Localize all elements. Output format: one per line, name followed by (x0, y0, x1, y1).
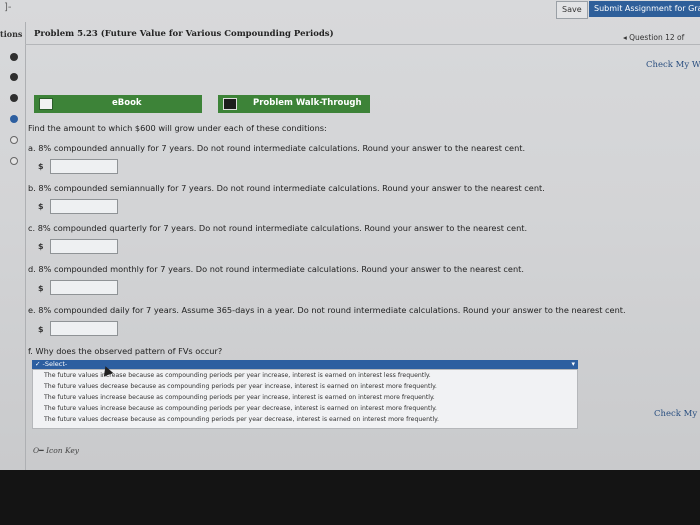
submit-assignment-button[interactable]: Submit Assignment for Grad (589, 1, 700, 17)
sidebar-label: tions (0, 29, 23, 39)
select-option[interactable]: The future values increase because as co… (44, 405, 437, 412)
select-option[interactable]: The future values decrease because as co… (44, 383, 437, 390)
question-current-icon[interactable] (10, 115, 18, 123)
icon-key-link[interactable]: O━ Icon Key (33, 446, 79, 455)
question-complete-icon[interactable] (10, 53, 18, 61)
answer-input-b[interactable] (50, 199, 118, 214)
answer-input-c[interactable] (50, 239, 118, 254)
currency-sign: $ (38, 162, 44, 171)
problem-walkthrough-tab[interactable]: Problem Walk-Through (218, 95, 370, 113)
ebook-label: eBook (112, 98, 142, 108)
problem-intro: Find the amount to which $600 will grow … (28, 123, 327, 133)
part-d-text: d. 8% compounded monthly for 7 years. Do… (28, 264, 524, 274)
answer-input-a[interactable] (50, 159, 118, 174)
screen: ]- Save Submit Assignment for Grad tions… (0, 0, 700, 470)
part-f-text: f. Why does the observed pattern of FVs … (28, 346, 223, 356)
currency-sign: $ (38, 284, 44, 293)
currency-sign: $ (38, 202, 44, 211)
chevron-down-icon[interactable]: ▾ (571, 360, 575, 369)
currency-sign: $ (38, 242, 44, 251)
question-navigator[interactable]: ◂ Question 12 of (623, 33, 684, 42)
answer-input-d[interactable] (50, 280, 118, 295)
header-divider (25, 44, 700, 45)
monitor-bezel (0, 470, 700, 525)
question-sidebar: tions (0, 22, 26, 470)
walkthrough-label: Problem Walk-Through (253, 98, 362, 108)
book-icon (39, 98, 53, 110)
fv-pattern-select[interactable]: ✓ -Select- ▾ (32, 360, 578, 369)
corner-mark: ]- (4, 2, 12, 13)
select-option[interactable]: The future values increase because as co… (44, 394, 435, 401)
key-icon: O━ (33, 446, 47, 455)
part-e-text: e. 8% compounded daily for 7 years. Assu… (28, 305, 626, 315)
question-complete-icon[interactable] (10, 73, 18, 81)
save-button[interactable]: Save (556, 1, 588, 19)
part-c-text: c. 8% compounded quarterly for 7 years. … (28, 223, 528, 233)
ebook-tab[interactable]: eBook (34, 95, 202, 113)
question-open-icon[interactable] (10, 136, 18, 144)
top-bar: ]- Save Submit Assignment for Grad (0, 0, 700, 20)
check-my-work-link[interactable]: Check My W (646, 60, 700, 70)
currency-sign: $ (38, 325, 44, 334)
question-open-icon[interactable] (10, 157, 18, 165)
icon-key-label: Icon Key (46, 446, 80, 455)
question-complete-icon[interactable] (10, 94, 18, 102)
part-a-text: a. 8% compounded annually for 7 years. D… (28, 143, 526, 153)
select-options-list: The future values increase because as co… (32, 369, 578, 429)
video-icon (223, 98, 237, 110)
problem-title: Problem 5.23 (Future Value for Various C… (34, 29, 334, 39)
selected-option: ✓ -Select- (35, 360, 68, 368)
answer-input-e[interactable] (50, 321, 118, 336)
check-my-work-link-bottom[interactable]: Check My (654, 409, 697, 419)
select-option[interactable]: The future values decrease because as co… (44, 416, 439, 423)
part-b-text: b. 8% compounded semiannually for 7 year… (28, 183, 545, 193)
